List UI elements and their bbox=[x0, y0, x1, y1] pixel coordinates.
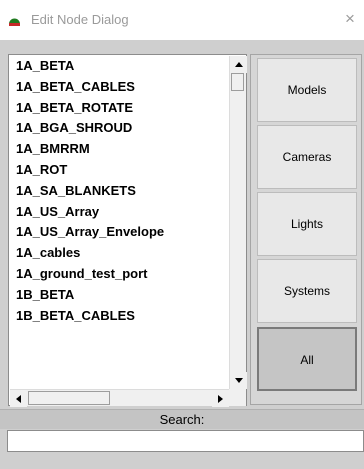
list-item[interactable]: 1B_BETA bbox=[10, 285, 229, 306]
list-item[interactable]: 1B_BETA_CABLES bbox=[10, 306, 229, 327]
list-item[interactable]: 1A_ground_test_port bbox=[10, 264, 229, 285]
horizontal-scrollbar[interactable] bbox=[10, 389, 229, 407]
list-item[interactable]: 1A_BGA_SHROUD bbox=[10, 118, 229, 139]
arrow-down-icon bbox=[234, 378, 243, 383]
scrollbar-corner bbox=[229, 389, 246, 406]
scroll-up-button[interactable] bbox=[230, 56, 247, 73]
list-item[interactable]: 1A_BMRRM bbox=[10, 139, 229, 160]
list-item[interactable]: 1A_BETA_ROTATE bbox=[10, 98, 229, 119]
node-list: 1A_BETA 1A_BETA_CABLES 1A_BETA_ROTATE 1A_BG… bbox=[8, 54, 247, 407]
close-button[interactable]: × bbox=[340, 7, 360, 31]
all-button[interactable]: All bbox=[257, 327, 357, 391]
search-input[interactable] bbox=[7, 430, 364, 452]
models-button[interactable]: Models bbox=[257, 58, 357, 122]
green-node-icon bbox=[9, 18, 20, 26]
list-item[interactable]: 1A_BETA_CABLES bbox=[10, 77, 229, 98]
scroll-down-button[interactable] bbox=[230, 372, 247, 389]
cameras-button[interactable]: Cameras bbox=[257, 125, 357, 189]
arrow-up-icon bbox=[234, 62, 243, 67]
search-label: Search: bbox=[0, 409, 364, 429]
list-item[interactable]: 1A_BETA bbox=[10, 56, 229, 77]
vertical-scrollbar[interactable] bbox=[229, 56, 247, 389]
window-title: Edit Node Dialog bbox=[31, 12, 129, 27]
title-bar: Edit Node Dialog × bbox=[0, 0, 364, 40]
systems-button[interactable]: Systems bbox=[257, 259, 357, 323]
horizontal-scroll-thumb[interactable] bbox=[28, 391, 110, 405]
vertical-scroll-thumb[interactable] bbox=[231, 73, 244, 91]
node-list-viewport[interactable]: 1A_BETA 1A_BETA_CABLES 1A_BETA_ROTATE 1A_BG… bbox=[10, 56, 229, 389]
filter-panel: Models Cameras Lights Systems All bbox=[250, 54, 362, 405]
lights-button[interactable]: Lights bbox=[257, 192, 357, 256]
scroll-left-button[interactable] bbox=[10, 390, 27, 407]
list-item[interactable]: 1A_US_Array_Envelope bbox=[10, 222, 229, 243]
list-item[interactable]: 1A_SA_BLANKETS bbox=[10, 181, 229, 202]
list-item[interactable]: 1A_ROT bbox=[10, 160, 229, 181]
arrow-right-icon bbox=[218, 394, 223, 403]
list-item[interactable]: 1A_cables bbox=[10, 243, 229, 264]
list-item[interactable]: 1A_US_Array bbox=[10, 202, 229, 223]
dialog-body: 1A_BETA 1A_BETA_CABLES 1A_BETA_ROTATE 1A_BG… bbox=[0, 40, 364, 469]
arrow-left-icon bbox=[16, 394, 21, 403]
scroll-right-button[interactable] bbox=[212, 390, 229, 407]
